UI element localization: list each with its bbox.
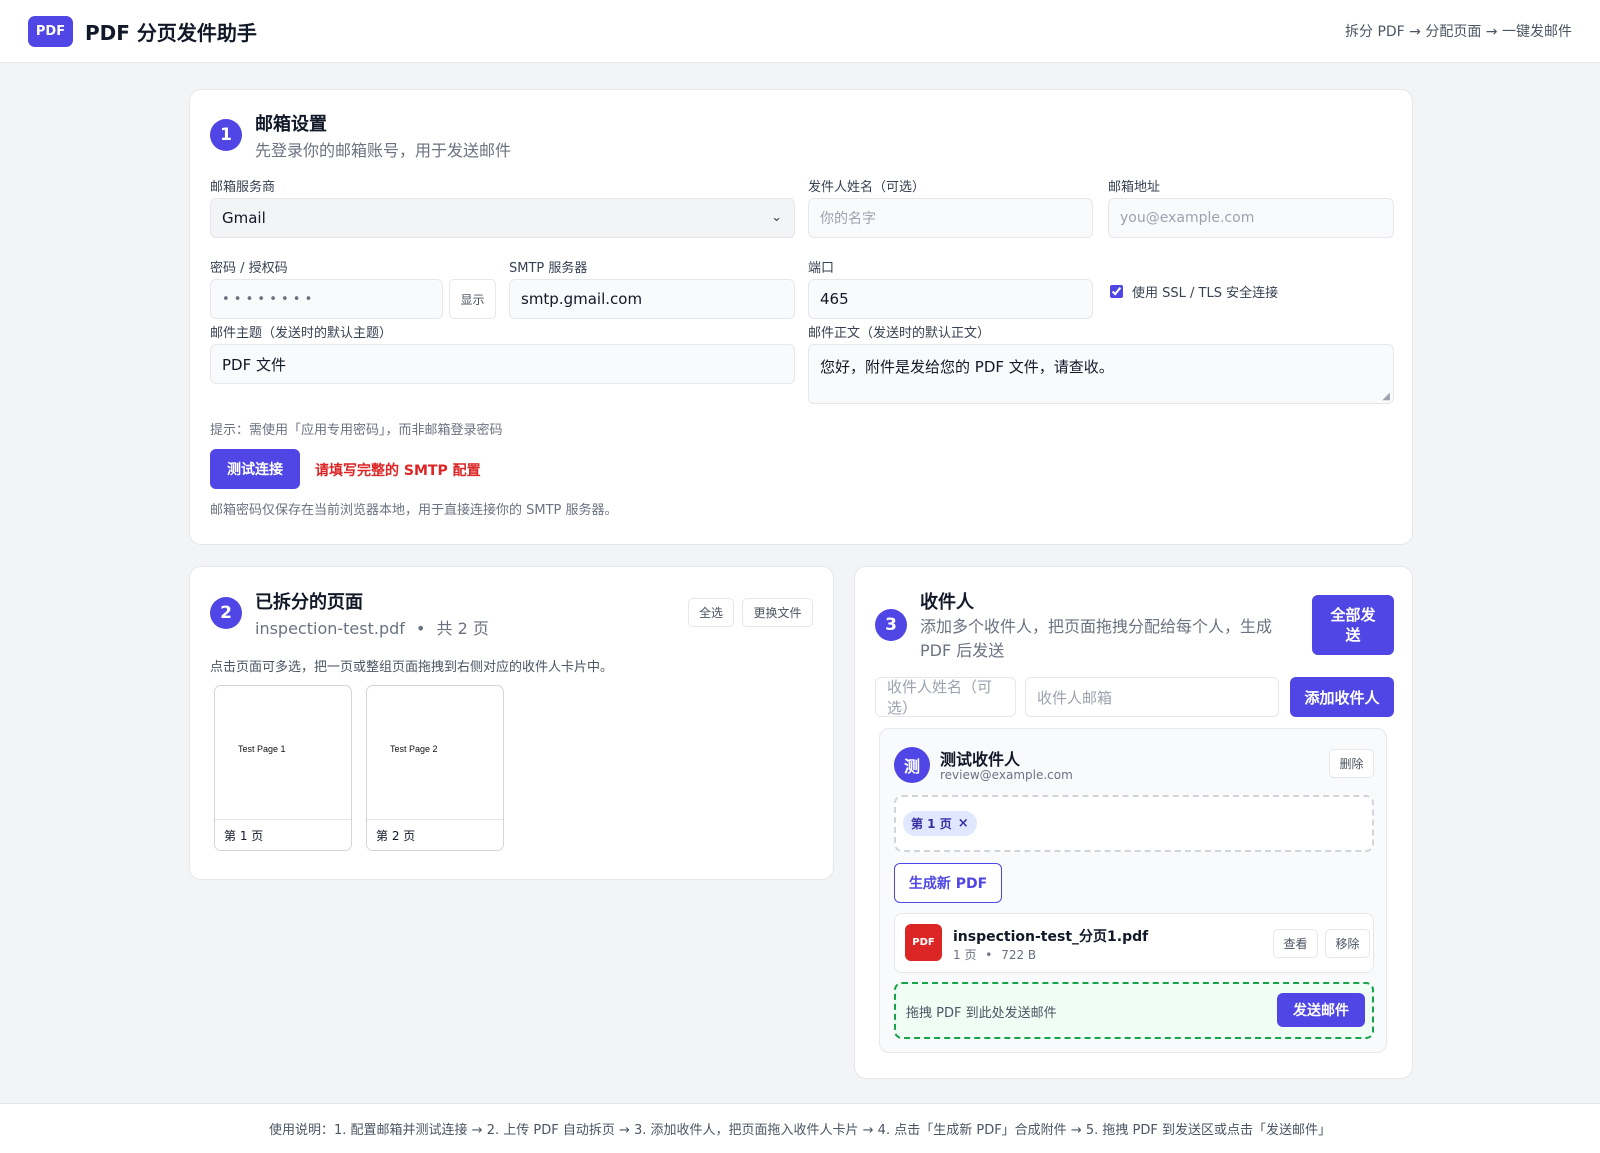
select-all-button[interactable]: 全选 — [688, 598, 734, 627]
password-label: 密码 / 授权码 — [210, 261, 288, 276]
provider-label: 邮箱服务商 — [210, 180, 276, 195]
page-content: Test Page 2 — [390, 744, 438, 754]
resize-handle-icon[interactable]: ◢ — [1382, 391, 1390, 402]
send-email-button[interactable]: 发送邮件 — [1277, 993, 1365, 1027]
email-label: 邮箱地址 — [1108, 180, 1161, 195]
app-title: PDF 分页发件助手 — [85, 20, 257, 45]
page-label: 第 1 页 — [215, 819, 351, 850]
sender-name-label: 发件人姓名（可选） — [808, 180, 926, 195]
send-zone-text: 拖拽 PDF 到此处发送邮件 — [906, 1006, 1057, 1021]
password-mask: • • • • • • • • — [222, 291, 313, 307]
smtp-input[interactable]: smtp.gmail.com — [509, 279, 795, 319]
section-title: 已拆分的页面 — [255, 592, 363, 613]
step-badge-2: 2 — [210, 597, 242, 629]
delete-recipient-button[interactable]: 删除 — [1329, 749, 1374, 778]
view-file-button[interactable]: 查看 — [1273, 929, 1318, 958]
file-name: inspection-test.pdf — [255, 619, 405, 638]
separator: • — [416, 619, 426, 638]
body-label: 邮件正文（发送时的默认正文） — [808, 326, 991, 341]
file-name: inspection-test_分页1.pdf — [953, 929, 1149, 945]
test-connection-button[interactable]: 测试连接 — [210, 449, 300, 489]
file-meta: 1 页 • 722 B — [953, 948, 1037, 962]
section-subtitle: 先登录你的邮箱账号，用于发送邮件 — [255, 141, 512, 160]
recipient-email: review@example.com — [940, 768, 1073, 782]
page-count: 共 2 页 — [436, 619, 489, 638]
pdf-file-icon: PDF — [905, 924, 942, 961]
recipient-email-input[interactable]: 收件人邮箱 — [1025, 677, 1279, 717]
pages-card: 2 已拆分的页面 inspection-test.pdf • 共 2 页 全选 … — [189, 566, 834, 880]
chip-label: 第 1 页 — [911, 817, 952, 831]
top-bar: PDF PDF 分页发件助手 拆分 PDF → 分配页面 → 一键发邮件 — [0, 0, 1600, 63]
provider-value: Gmail — [222, 209, 266, 227]
remove-chip-icon[interactable]: × — [958, 816, 969, 831]
section-subtitle: 添加多个收件人，把页面拖拽分配给每个人，生成 PDF 后发送 — [920, 617, 1273, 660]
error-message: 请填写完整的 SMTP 配置 — [315, 463, 481, 479]
remove-file-button[interactable]: 移除 — [1325, 929, 1370, 958]
show-password-button[interactable]: 显示 — [449, 279, 496, 319]
step-badge-1: 1 — [210, 119, 242, 151]
usage-footer: 使用说明：1. 配置邮箱并测试连接 → 2. 上传 PDF 自动拆页 → 3. … — [0, 1103, 1600, 1153]
subject-input[interactable]: PDF 文件 — [210, 344, 795, 384]
ssl-option[interactable]: 使用 SSL / TLS 安全连接 — [1110, 282, 1278, 301]
privacy-note: 邮箱密码仅保存在当前浏览器本地，用于直接连接你的 SMTP 服务器。 — [210, 503, 618, 518]
sender-name-input[interactable]: 你的名字 — [808, 198, 1093, 238]
page-thumbnail[interactable]: Test Page 2 第 2 页 — [366, 685, 504, 851]
page-label: 第 2 页 — [367, 819, 503, 850]
send-drop-zone[interactable]: 拖拽 PDF 到此处发送邮件 发送邮件 — [894, 982, 1374, 1039]
recipient-name: 测试收件人 — [940, 750, 1021, 769]
file-info: inspection-test.pdf • 共 2 页 — [255, 615, 489, 639]
password-tip: 提示：需使用「应用专用密码」，而非邮箱登录密码 — [210, 423, 503, 438]
ssl-checkbox[interactable] — [1110, 285, 1123, 298]
port-input[interactable]: 465 — [808, 279, 1093, 319]
body-value: 您好，附件是发给您的 PDF 文件，请查收。 — [820, 358, 1114, 376]
replace-file-button[interactable]: 更换文件 — [742, 598, 813, 627]
step-badge-3: 3 — [875, 609, 907, 641]
ssl-label: 使用 SSL / TLS 安全连接 — [1132, 286, 1279, 301]
section-title: 邮箱设置 — [255, 114, 327, 135]
section-title: 收件人 — [920, 592, 974, 613]
avatar: 测 — [894, 747, 930, 783]
password-input[interactable]: • • • • • • • • — [210, 279, 443, 319]
email-input[interactable]: you@example.com — [1108, 198, 1394, 238]
email-settings-card: 1 邮箱设置 先登录你的邮箱账号，用于发送邮件 邮箱服务商 Gmail ⌄ 发件… — [189, 89, 1413, 545]
page-content: Test Page 1 — [238, 744, 286, 754]
subject-label: 邮件主题（发送时的默认主题） — [210, 326, 393, 341]
workflow-hint: 拆分 PDF → 分配页面 → 一键发邮件 — [1345, 24, 1572, 40]
page-chip[interactable]: 第 1 页 × — [903, 811, 977, 836]
recipient-name-input[interactable]: 收件人姓名（可选） — [875, 677, 1016, 717]
add-recipient-button[interactable]: 添加收件人 — [1290, 677, 1394, 717]
port-label: 端口 — [808, 261, 835, 276]
generated-file: PDF inspection-test_分页1.pdf 1 页 • 722 B … — [894, 913, 1374, 973]
send-all-button[interactable]: 全部发 送 — [1312, 595, 1394, 655]
generate-pdf-button[interactable]: 生成新 PDF — [894, 863, 1002, 903]
smtp-label: SMTP 服务器 — [509, 261, 588, 276]
page-drop-zone[interactable]: 第 1 页 × — [894, 795, 1374, 852]
provider-select[interactable]: Gmail ⌄ — [210, 198, 795, 238]
page-thumbnail[interactable]: Test Page 1 第 1 页 — [214, 685, 352, 851]
recipient-card: 测 测试收件人 review@example.com 删除 第 1 页 × 生成… — [879, 728, 1387, 1053]
pages-instruction: 点击页面可多选，把一页或整组页面拖拽到右侧对应的收件人卡片中。 — [210, 660, 614, 675]
usage-text: 使用说明：1. 配置邮箱并测试连接 → 2. 上传 PDF 自动拆页 → 3. … — [269, 1123, 1331, 1138]
body-textarea[interactable]: 您好，附件是发给您的 PDF 文件，请查收。 ◢ — [808, 344, 1394, 404]
chevron-down-icon: ⌄ — [771, 210, 782, 225]
app-logo: PDF — [28, 15, 73, 47]
